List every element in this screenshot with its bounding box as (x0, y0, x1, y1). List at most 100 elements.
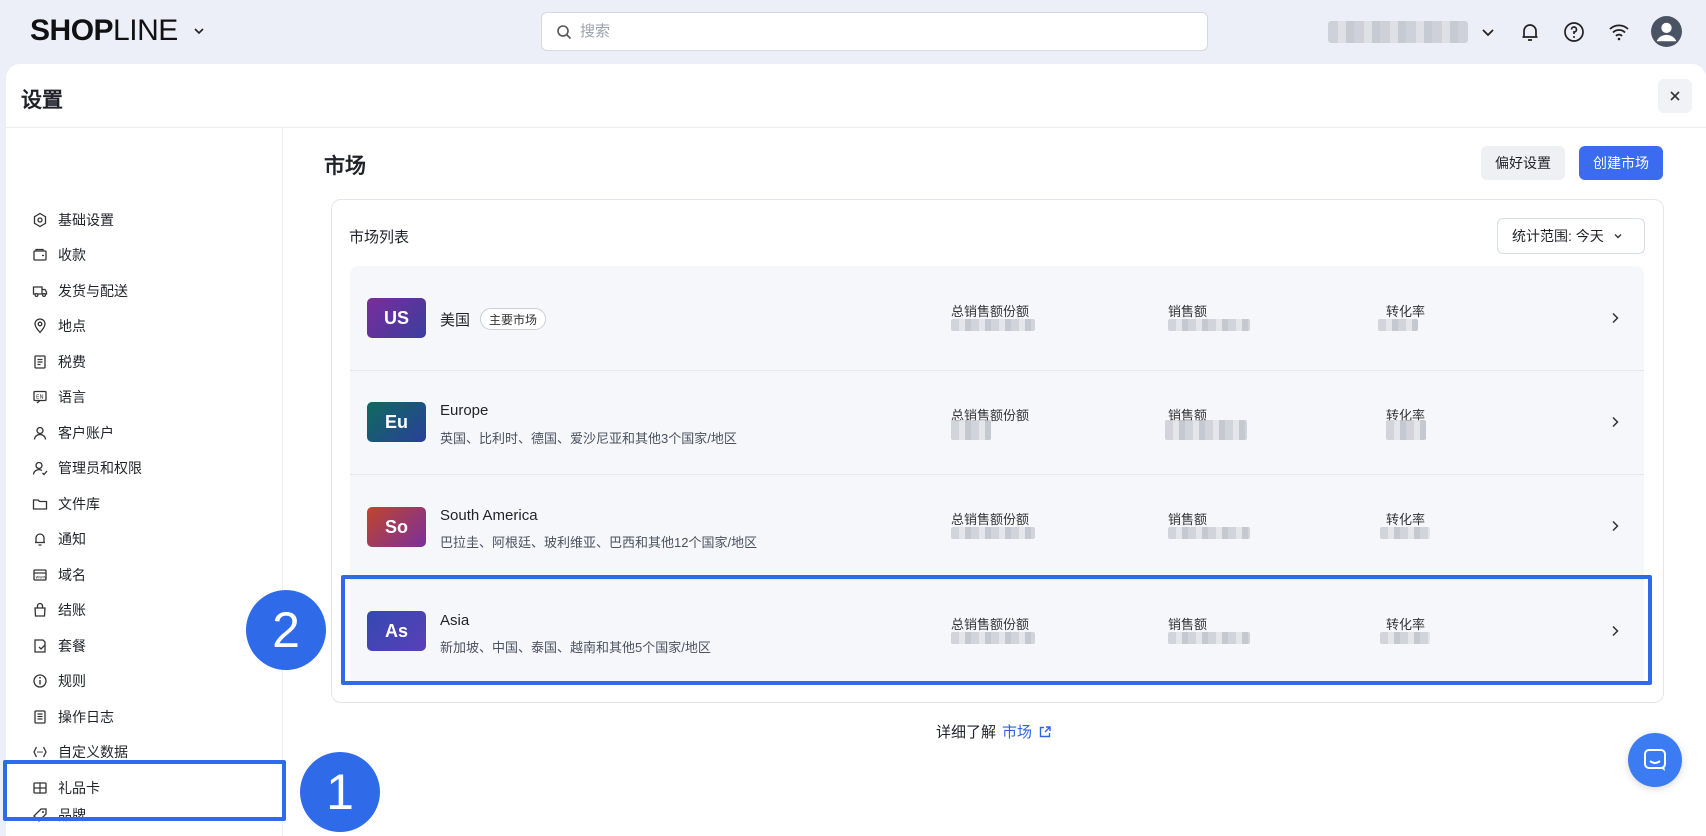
metric-label-sales: 销售额 (1168, 512, 1208, 527)
sidebar-item-activity-log[interactable]: 操作日志 (16, 701, 271, 733)
sidebar-item-label: 通知 (58, 531, 86, 547)
metric-value-blurred (1380, 527, 1430, 539)
search-input[interactable] (580, 23, 1180, 40)
sidebar-item-label: 语言 (58, 389, 86, 405)
market-name: 美国 (440, 312, 471, 329)
learn-more-link[interactable]: 市场 (1002, 721, 1032, 742)
svg-text:www: www (36, 576, 47, 581)
info-icon (33, 674, 47, 688)
search-bar[interactable] (541, 12, 1208, 51)
sidebar-item-basic-settings[interactable]: 基础设置 (16, 204, 271, 236)
svg-text:EN: EN (36, 395, 44, 401)
sidebar-item-label: 收款 (58, 247, 86, 263)
settings-sidebar: 基础设置 收款 发货与配送 地点 税费 EN 语言 客户账户 管理员和权限 文件… (6, 128, 283, 836)
sidebar-item-notifications[interactable]: 通知 (16, 523, 271, 555)
domain-icon: www (33, 569, 47, 581)
market-countries: 英国、比利时、德国、爱沙尼亚和其他3个国家/地区 (440, 431, 737, 446)
market-name: South America (440, 507, 538, 524)
sidebar-item-files[interactable]: 文件库 (16, 488, 271, 520)
highlight-box-markets (3, 760, 286, 821)
chevron-right-icon[interactable] (1608, 415, 1622, 429)
metric-label-share: 总销售额份额 (951, 304, 1030, 319)
sidebar-item-label: 发货与配送 (58, 283, 128, 299)
sidebar-item-plans[interactable]: 套餐 (16, 630, 271, 662)
store-name-blurred[interactable] (1328, 21, 1468, 43)
sidebar-item-customer-accounts[interactable]: 客户账户 (16, 417, 271, 449)
language-icon: EN (33, 390, 47, 404)
metric-label-sales: 销售额 (1168, 304, 1208, 319)
avatar-icon[interactable] (1650, 15, 1683, 48)
step-marker-2: 2 (246, 590, 326, 670)
store-switch-chevron-icon[interactable] (192, 24, 206, 38)
sidebar-item-label: 自定义数据 (58, 744, 128, 760)
bell-icon[interactable] (1518, 20, 1542, 44)
plan-icon (34, 639, 46, 653)
sidebar-item-label: 结账 (58, 602, 86, 618)
sidebar-item-locations[interactable]: 地点 (16, 310, 271, 342)
highlight-box-asia (341, 575, 1652, 685)
sidebar-item-taxes[interactable]: 税费 (16, 346, 271, 378)
store-dropdown-chevron-icon[interactable] (1476, 20, 1500, 44)
market-badge: So (367, 507, 426, 547)
sidebar-item-admins-permissions[interactable]: 管理员和权限 (16, 452, 271, 484)
search-icon (557, 24, 572, 39)
metric-value-blurred (1378, 319, 1418, 331)
sidebar-item-shipping[interactable]: 发货与配送 (16, 275, 271, 307)
learn-more: 详细了解 市场 (936, 721, 1052, 742)
sidebar-item-label: 规则 (58, 673, 86, 689)
sidebar-item-payments[interactable]: 收款 (16, 239, 271, 271)
stats-range-select[interactable]: 统计范围: 今天 (1497, 218, 1645, 254)
sidebar-item-label: 操作日志 (58, 709, 114, 725)
sidebar-item-label: 域名 (58, 567, 86, 583)
sidebar-item-checkout[interactable]: 结账 (16, 594, 271, 626)
sidebar-item-languages[interactable]: EN 语言 (16, 381, 271, 413)
sidebar-item-label: 地点 (58, 318, 86, 334)
chat-icon (1644, 749, 1666, 771)
metric-label-share: 总销售额份额 (951, 512, 1030, 527)
content-title: 市场 (324, 155, 366, 178)
log-icon (34, 710, 46, 724)
market-countries: 巴拉圭、阿根廷、玻利维亚、巴西和其他12个国家/地区 (440, 535, 758, 550)
metric-value-blurred (951, 527, 1035, 539)
close-button[interactable] (1658, 79, 1692, 113)
chevron-down-icon (1614, 234, 1622, 239)
primary-market-tag: 主要市场 (480, 308, 547, 330)
location-pin-icon (34, 318, 46, 334)
shopline-logo[interactable]: SHOPLINE (30, 14, 178, 48)
metric-value-blurred (1168, 527, 1250, 539)
sidebar-item-label: 基础设置 (58, 212, 114, 228)
top-bar: SHOPLINE (0, 0, 1706, 64)
bag-icon (34, 602, 46, 617)
logo-bag-glyph: O (70, 14, 94, 47)
bell-icon (35, 533, 45, 546)
wifi-icon[interactable] (1607, 20, 1631, 44)
metric-value-blurred (1168, 319, 1250, 331)
metric-label-conversion: 转化率 (1386, 304, 1426, 319)
create-market-button[interactable]: 创建市场 (1579, 146, 1663, 180)
chevron-right-icon[interactable] (1608, 519, 1622, 533)
metric-value-blurred (1386, 420, 1426, 440)
market-badge: US (367, 298, 426, 338)
user-permission-icon (32, 461, 48, 476)
chevron-right-icon[interactable] (1608, 311, 1622, 325)
help-icon[interactable] (1562, 20, 1586, 44)
panel-header: 设置 (6, 64, 1706, 128)
step-marker-1: 1 (300, 752, 380, 832)
folder-icon (32, 499, 48, 510)
sidebar-item-label: 税费 (58, 354, 86, 370)
sidebar-item-label: 管理员和权限 (58, 460, 142, 476)
market-list-title: 市场列表 (349, 229, 410, 246)
chat-support-button[interactable] (1628, 733, 1682, 787)
settings-hex-icon (33, 212, 47, 228)
market-badge: Eu (367, 402, 426, 442)
wallet-icon (33, 248, 47, 261)
sidebar-item-label: 文件库 (58, 496, 100, 512)
sidebar-item-policies[interactable]: 规则 (16, 665, 271, 697)
preferences-button[interactable]: 偏好设置 (1481, 146, 1565, 180)
page-title: 设置 (21, 89, 63, 112)
learn-more-text: 详细了解 (936, 724, 997, 741)
code-icon (33, 746, 47, 758)
external-link-icon[interactable] (1038, 725, 1052, 739)
market-name: Europe (440, 402, 489, 419)
sidebar-item-domains[interactable]: www 域名 (16, 559, 271, 591)
